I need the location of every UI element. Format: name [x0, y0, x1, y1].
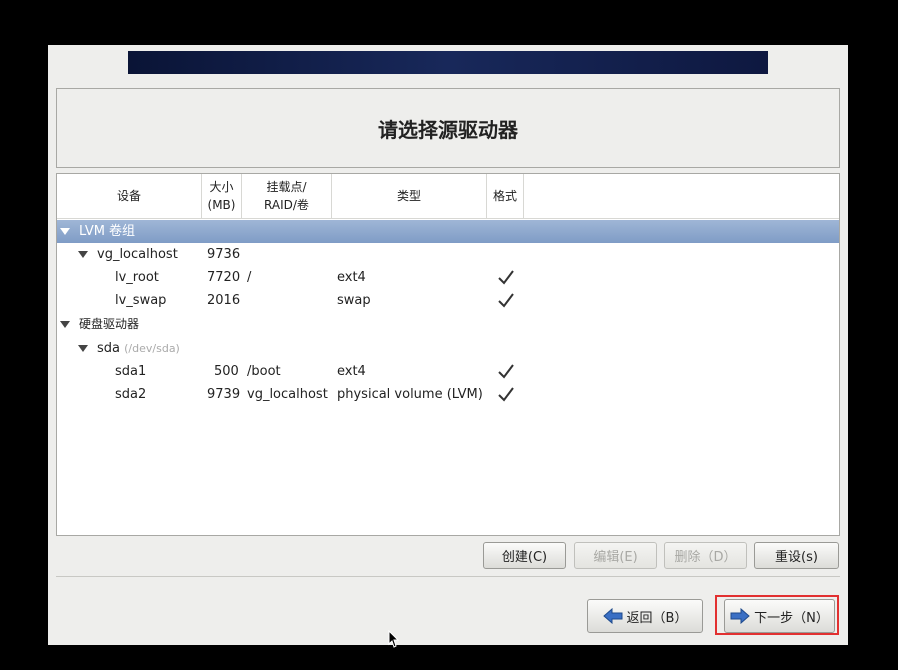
column-mount[interactable]: 挂载点/ RAID/卷	[242, 174, 332, 218]
row-type: swap	[337, 293, 371, 308]
row-label: vg_localhost	[97, 247, 178, 262]
row-label-text: sda	[97, 341, 120, 356]
tree-row-lvm-group[interactable]: LVM 卷组	[57, 220, 839, 243]
tree-row-sda2[interactable]: sda2 9739 vg_localhost physical volume (…	[57, 383, 839, 406]
delete-button[interactable]: 删除（D）	[664, 542, 747, 569]
create-button[interactable]: 创建(C)	[483, 542, 566, 569]
format-check-icon	[498, 270, 514, 285]
row-type: ext4	[337, 364, 366, 379]
row-size: 2016	[207, 293, 241, 308]
tree-row-sda[interactable]: sda (/dev/sda)	[57, 337, 839, 360]
banner	[128, 51, 768, 74]
expander-icon[interactable]	[78, 251, 88, 258]
installer-window: 请选择源驱动器 设备 大小 (MB) 挂载点/ RAID/卷 类型 格式 LVM…	[48, 45, 848, 648]
separator	[56, 576, 840, 577]
row-size: 7720	[207, 270, 241, 285]
back-button[interactable]: 返回（B）	[587, 599, 703, 633]
reset-button[interactable]: 重设(s)	[754, 542, 839, 569]
create-button-label: 创建(C)	[501, 550, 548, 565]
row-label: LVM 卷组	[79, 224, 136, 239]
column-size-label: 大小 (MB)	[207, 180, 236, 212]
row-mount: /	[247, 270, 252, 285]
row-label: lv_swap	[115, 293, 167, 308]
row-type: physical volume (LVM)	[337, 387, 483, 402]
delete-button-label: 删除（D）	[674, 550, 737, 565]
row-type: ext4	[337, 270, 366, 285]
column-type-label: 类型	[396, 189, 421, 203]
back-button-label: 返回（B）	[626, 610, 688, 626]
row-label: lv_root	[115, 270, 159, 285]
tree-row-vg-localhost[interactable]: vg_localhost 9736	[57, 243, 839, 266]
format-check-icon	[498, 387, 514, 402]
title-box: 请选择源驱动器	[56, 88, 840, 168]
row-size: 9736	[207, 247, 241, 262]
device-path: (/dev/sda)	[124, 342, 180, 355]
tree-row-lv-swap[interactable]: lv_swap 2016 swap	[57, 289, 839, 312]
tree-header: 设备 大小 (MB) 挂载点/ RAID/卷 类型 格式	[57, 174, 839, 219]
row-mount: vg_localhost	[247, 387, 328, 402]
tree-row-lv-root[interactable]: lv_root 7720 / ext4	[57, 266, 839, 289]
row-label: sda1	[115, 364, 147, 379]
mouse-cursor-icon	[388, 630, 400, 648]
expander-icon[interactable]	[60, 321, 70, 328]
next-button-highlight	[715, 595, 839, 635]
column-format[interactable]: 格式	[487, 174, 524, 218]
expander-icon[interactable]	[60, 228, 70, 235]
edit-button[interactable]: 编辑(E)	[574, 542, 657, 569]
column-mount-label: 挂载点/ RAID/卷	[264, 180, 309, 212]
device-tree[interactable]: 设备 大小 (MB) 挂载点/ RAID/卷 类型 格式 LVM 卷组 vg_l…	[56, 173, 840, 536]
row-label: 硬盘驱动器	[79, 317, 140, 331]
column-size[interactable]: 大小 (MB)	[202, 174, 242, 218]
page-title: 请选择源驱动器	[378, 117, 518, 142]
reset-button-label: 重设(s)	[775, 550, 818, 565]
format-check-icon	[498, 293, 514, 308]
column-device[interactable]: 设备	[57, 174, 202, 218]
tree-row-sda1[interactable]: sda1 500 /boot ext4	[57, 360, 839, 383]
format-check-icon	[498, 364, 514, 379]
column-type[interactable]: 类型	[332, 174, 487, 218]
column-format-label: 格式	[492, 189, 517, 203]
row-label: sda (/dev/sda)	[97, 337, 180, 360]
tree-row-hard-drives[interactable]: 硬盘驱动器	[57, 313, 839, 336]
expander-icon[interactable]	[78, 345, 88, 352]
row-mount: /boot	[247, 364, 281, 379]
column-device-label: 设备	[116, 189, 141, 203]
row-label: sda2	[115, 387, 147, 402]
row-size: 500	[214, 364, 239, 379]
row-size: 9739	[207, 387, 241, 402]
back-arrow-icon	[602, 608, 623, 624]
edit-button-label: 编辑(E)	[593, 550, 638, 565]
